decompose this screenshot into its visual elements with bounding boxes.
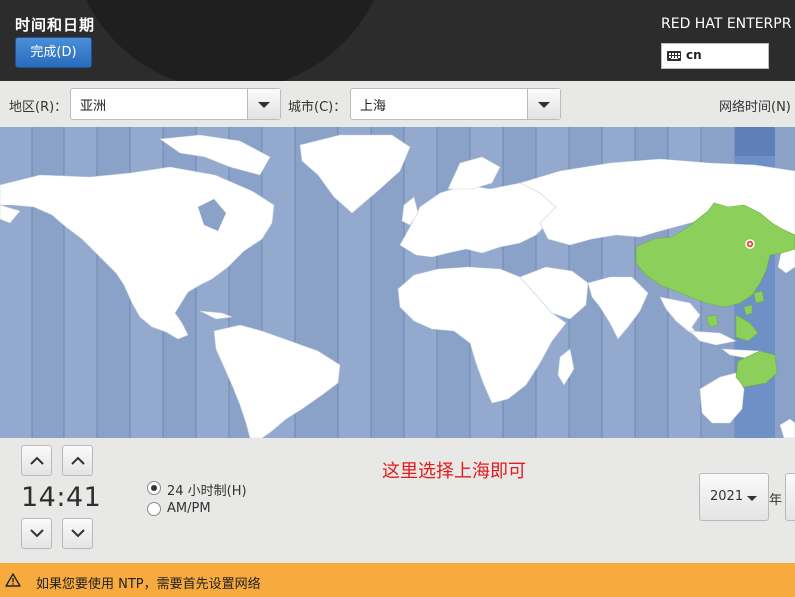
city-label: 城市(C)： (288, 100, 347, 115)
selected-timezone-band-top (735, 127, 775, 156)
time-display: 14:41 (21, 482, 102, 513)
annotation-note: 这里选择上海即可 (382, 461, 526, 482)
location-selector-bar: 地区(R)： 亚洲 城市(C)： 上海 网络时间(N) (0, 81, 795, 128)
format-24h-label: 24 小时制(H) (167, 484, 247, 499)
month-combo[interactable] (785, 473, 795, 521)
minute-decrease-button[interactable] (62, 518, 93, 549)
header-decoration (70, 0, 390, 81)
year-combo[interactable]: 2021 (699, 473, 769, 521)
chevron-up-icon (30, 456, 44, 465)
format-ampm-label: AM/PM (167, 501, 211, 516)
hour-decrease-button[interactable] (21, 518, 52, 549)
region-value: 亚洲 (80, 99, 107, 114)
network-time-label: 网络时间(N) (719, 100, 791, 115)
ntp-warning-bar: 如果您要使用 NTP，需要首先设置网络 (0, 563, 795, 597)
ntp-warning-text: 如果您要使用 NTP，需要首先设置网络 (36, 577, 261, 592)
product-name: RED HAT ENTERPR (661, 16, 792, 32)
year-unit-label: 年 (769, 493, 783, 508)
keyboard-icon (667, 51, 681, 61)
keyboard-layout-label: cn (686, 48, 702, 62)
hour-increase-button[interactable] (21, 445, 52, 476)
format-24h-radio[interactable] (147, 481, 161, 495)
year-value: 2021 (710, 489, 744, 504)
done-button[interactable]: 完成(D) (15, 37, 92, 68)
format-ampm-radio[interactable] (147, 502, 161, 516)
city-marker (745, 239, 755, 249)
chevron-down-icon[interactable] (247, 89, 280, 119)
city-combo[interactable]: 上海 (350, 88, 561, 120)
region-combo[interactable]: 亚洲 (70, 88, 281, 120)
chevron-down-icon (30, 529, 44, 538)
timezone-map[interactable] (0, 127, 795, 438)
warning-icon (5, 573, 21, 587)
chevron-down-icon (71, 529, 85, 538)
world-map-svg[interactable] (0, 127, 795, 438)
chevron-down-icon[interactable] (527, 89, 560, 119)
page-title: 时间和日期 (15, 16, 96, 34)
keyboard-layout-indicator[interactable]: cn (661, 43, 769, 69)
chevron-up-icon (71, 456, 85, 465)
city-value: 上海 (360, 99, 387, 114)
time-date-controls: 14:41 24 小时制(H) AM/PM 这里选择上海即可 2021 年 (0, 438, 795, 563)
minute-increase-button[interactable] (62, 445, 93, 476)
header-bar: 时间和日期 完成(D) RED HAT ENTERPR cn (0, 0, 795, 81)
region-label: 地区(R)： (9, 100, 68, 115)
